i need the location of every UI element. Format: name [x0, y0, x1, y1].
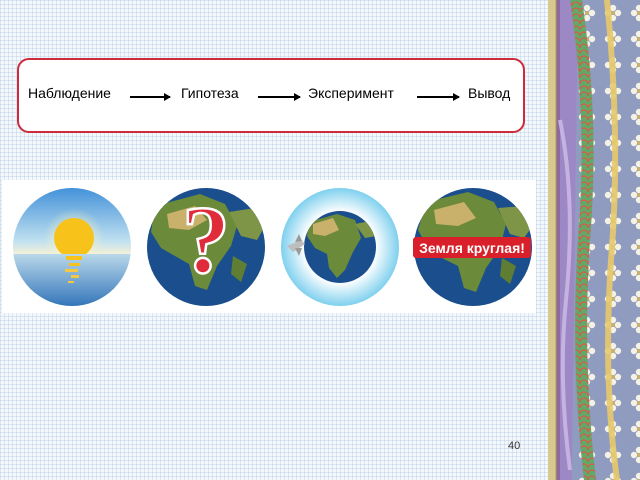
scientific-method-flow: Наблюдение Гипотеза Эксперимент Вывод: [17, 58, 525, 133]
earth-from-space-image: [281, 188, 399, 306]
page-number: 40: [508, 440, 521, 452]
step-observation: Наблюдение: [28, 85, 111, 101]
banner-text: Земля круглая!: [419, 240, 525, 256]
sunset-image: [13, 188, 131, 306]
earth-round-banner-image: Земля круглая!: [413, 188, 532, 306]
earth-question-image: ?: [147, 186, 265, 306]
step-conclusion: Вывод: [468, 85, 511, 101]
slide: Наблюдение Гипотеза Эксперимент Вывод ? …: [0, 0, 548, 480]
question-mark: ?: [182, 186, 230, 293]
arrow-1: [130, 93, 171, 100]
step-hypothesis: Гипотеза: [181, 85, 239, 101]
decorative-border: [548, 0, 640, 480]
step-experiment: Эксперимент: [308, 85, 394, 101]
arrow-3: [417, 93, 460, 100]
illustrations-strip: ? Земля круглая!: [2, 180, 536, 313]
arrow-2: [258, 93, 301, 100]
